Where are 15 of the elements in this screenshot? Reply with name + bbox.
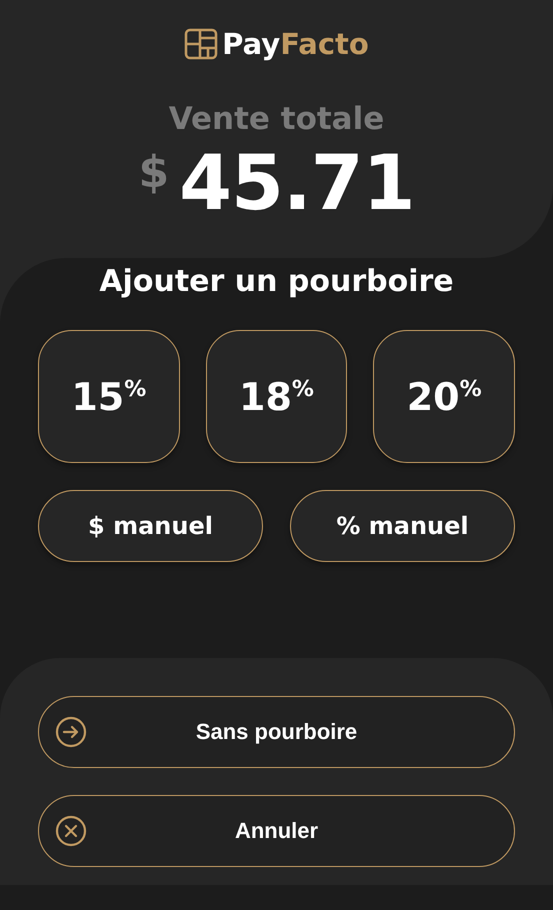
close-circle-icon [55,815,87,847]
card-chip-icon [184,28,218,60]
no-tip-button[interactable]: Sans pourboire [38,696,515,768]
tip-heading: Ajouter un pourboire [99,263,454,301]
currency-symbol: $ [138,147,170,198]
cancel-button[interactable]: Annuler [38,795,515,867]
tip-percent-button[interactable]: 15$^{%}$ [38,330,180,463]
logo-wordmark: PayFacto [222,27,369,61]
total-label: Vente totale [168,101,384,137]
tip-percent-button[interactable]: 18$^{%}$ [206,330,348,463]
total-amount: 45.71 [179,143,415,223]
tip-percent-button[interactable]: 20$^{%}$ [373,330,515,463]
arrow-circle-icon [55,716,87,748]
manual-tip-button[interactable]: $ manuel [38,490,263,562]
manual-tip-button[interactable]: % manuel [290,490,515,562]
